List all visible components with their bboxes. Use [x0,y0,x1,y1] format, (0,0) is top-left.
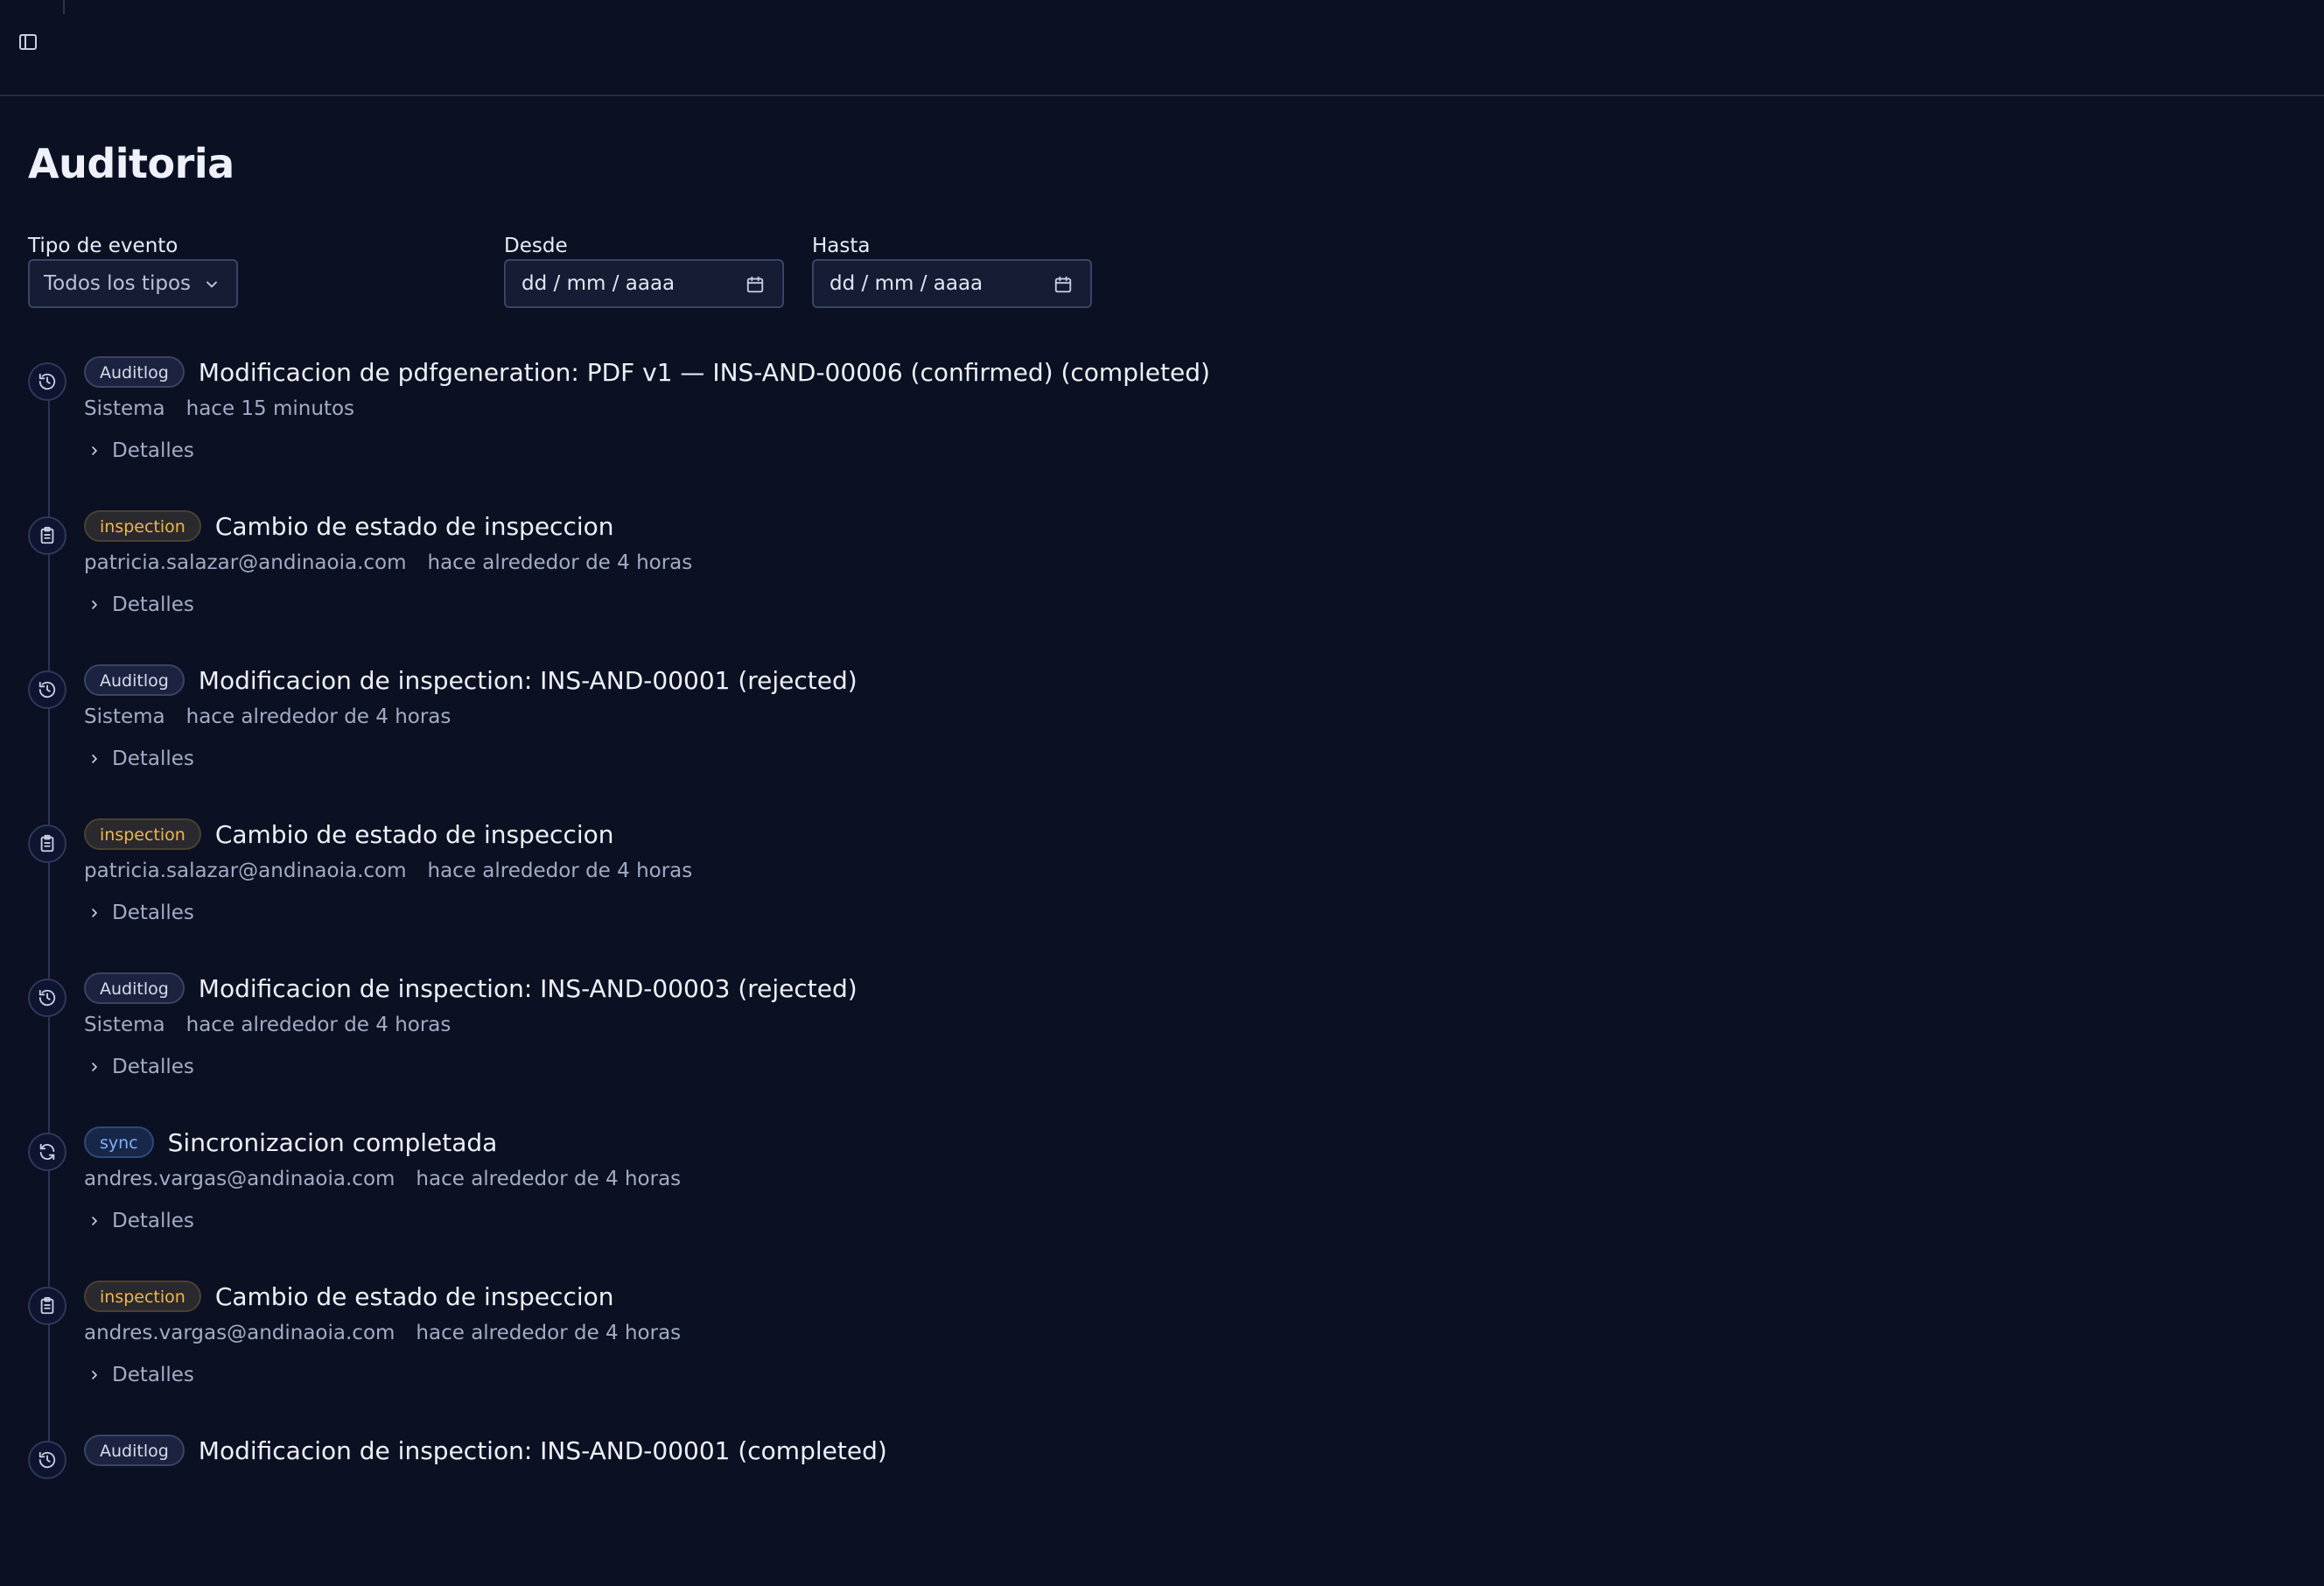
calendar-icon[interactable] [1054,275,1073,294]
event-type-badge: sync [84,1126,154,1158]
event-title: Sincronizacion completada [167,1127,498,1157]
topbar-divider [63,0,65,14]
details-label: Detalles [112,593,194,616]
event-header: Auditlog Modificacion de inspection: INS-… [84,1432,887,1469]
audit-event-item: Auditlog Modificacion de pdfgeneration: P… [0,354,2324,508]
event-time: hace 15 minutos [186,397,355,420]
audit-event-item: inspection Cambio de estado de inspeccion… [0,1278,2324,1432]
top-bar [0,0,2324,96]
details-label: Detalles [112,902,194,924]
event-time: hace alrededor de 4 horas [416,1322,682,1344]
chevron-right-icon [88,906,112,920]
history-icon [28,670,66,709]
event-time: hace alrededor de 4 horas [186,1014,452,1036]
event-actor: Sistema [84,1014,165,1036]
event-actor: Sistema [84,397,165,420]
audit-event-item: Auditlog Modificacion de inspection: INS-… [0,970,2324,1124]
event-meta: andres.vargas@andinaoia.com hace alrededo… [84,1168,681,1190]
event-title: Modificacion de inspection: INS-AND-0000… [198,665,858,695]
clipboard-icon [28,516,66,555]
history-icon [28,1441,66,1479]
event-header: inspection Cambio de estado de inspeccion [84,508,614,544]
event-title: Cambio de estado de inspeccion [214,1281,614,1311]
event-type-badge: Auditlog [84,1435,185,1466]
event-header: Auditlog Modificacion de inspection: INS-… [84,662,858,698]
to-date-label: Hasta [812,235,871,257]
calendar-icon[interactable] [746,275,765,294]
clipboard-icon [28,1287,66,1325]
event-type-badge: Auditlog [84,972,185,1004]
event-meta: patricia.salazar@andinaoia.com hace alred… [84,860,692,882]
details-toggle[interactable]: Detalles [88,747,194,770]
to-date-input[interactable]: dd / mm / aaaa [812,259,1092,308]
audit-event-item: Auditlog Modificacion de inspection: INS-… [0,1432,2324,1586]
event-actor: Sistema [84,705,165,728]
event-actor: andres.vargas@andinaoia.com [84,1322,396,1344]
event-type-badge: Auditlog [84,356,185,388]
event-meta: andres.vargas@andinaoia.com hace alrededo… [84,1322,681,1344]
details-toggle[interactable]: Detalles [88,1210,194,1232]
chevron-right-icon [88,1368,112,1382]
event-time: hace alrededor de 4 horas [427,551,693,574]
audit-event-item: sync Sincronizacion completada andres.varg… [0,1124,2324,1278]
details-toggle[interactable]: Detalles [88,593,194,616]
event-type-badge: inspection [84,1281,201,1312]
from-date-label: Desde [504,235,568,257]
event-time: hace alrededor de 4 horas [416,1168,682,1190]
details-label: Detalles [112,1056,194,1078]
event-type-value: Todos los tipos [44,272,191,295]
panel-left-icon[interactable] [18,32,38,53]
event-type-badge: inspection [84,510,201,542]
details-toggle[interactable]: Detalles [88,902,194,924]
event-header: Auditlog Modificacion de pdfgeneration: P… [84,354,1210,390]
history-icon [28,979,66,1017]
event-header: inspection Cambio de estado de inspeccion [84,1278,614,1315]
chevron-down-icon [206,281,217,288]
refresh-icon [28,1133,66,1171]
details-toggle[interactable]: Detalles [88,1364,194,1386]
details-label: Detalles [112,1364,194,1386]
event-time: hace alrededor de 4 horas [427,860,693,882]
event-type-badge: inspection [84,818,201,850]
chevron-right-icon [88,444,112,458]
clipboard-icon [28,825,66,863]
event-header: sync Sincronizacion completada [84,1124,497,1161]
event-time: hace alrededor de 4 horas [186,705,452,728]
event-actor: patricia.salazar@andinaoia.com [84,860,407,882]
history-icon [28,362,66,401]
event-title: Cambio de estado de inspeccion [214,819,614,849]
event-meta: Sistema hace alrededor de 4 horas [84,1014,451,1036]
event-type-label: Tipo de evento [28,235,178,257]
event-type-select[interactable]: Todos los tipos [28,259,238,308]
event-actor: patricia.salazar@andinaoia.com [84,551,407,574]
to-date-placeholder: dd / mm / aaaa [830,272,984,295]
page-title: Auditoria [28,140,234,187]
event-type-badge: Auditlog [84,664,185,696]
audit-event-item: Auditlog Modificacion de inspection: INS-… [0,662,2324,816]
audit-event-item: inspection Cambio de estado de inspeccion… [0,508,2324,662]
chevron-right-icon [88,1060,112,1074]
audit-event-item: inspection Cambio de estado de inspeccion… [0,816,2324,970]
event-meta: patricia.salazar@andinaoia.com hace alred… [84,551,692,574]
details-label: Detalles [112,1210,194,1232]
event-meta: Sistema hace alrededor de 4 horas [84,705,451,728]
chevron-right-icon [88,752,112,766]
chevron-right-icon [88,598,112,612]
details-label: Detalles [112,439,194,462]
details-label: Detalles [112,747,194,770]
event-header: inspection Cambio de estado de inspeccion [84,816,614,853]
event-title: Modificacion de inspection: INS-AND-0000… [198,973,858,1003]
chevron-right-icon [88,1214,112,1228]
details-toggle[interactable]: Detalles [88,439,194,462]
event-actor: andres.vargas@andinaoia.com [84,1168,396,1190]
event-header: Auditlog Modificacion de inspection: INS-… [84,970,858,1007]
from-date-placeholder: dd / mm / aaaa [522,272,676,295]
event-title: Modificacion de pdfgeneration: PDF v1 — … [198,357,1210,387]
from-date-input[interactable]: dd / mm / aaaa [504,259,784,308]
details-toggle[interactable]: Detalles [88,1056,194,1078]
event-title: Cambio de estado de inspeccion [214,511,614,541]
event-meta: Sistema hace 15 minutos [84,397,354,420]
event-title: Modificacion de inspection: INS-AND-0000… [198,1435,887,1465]
